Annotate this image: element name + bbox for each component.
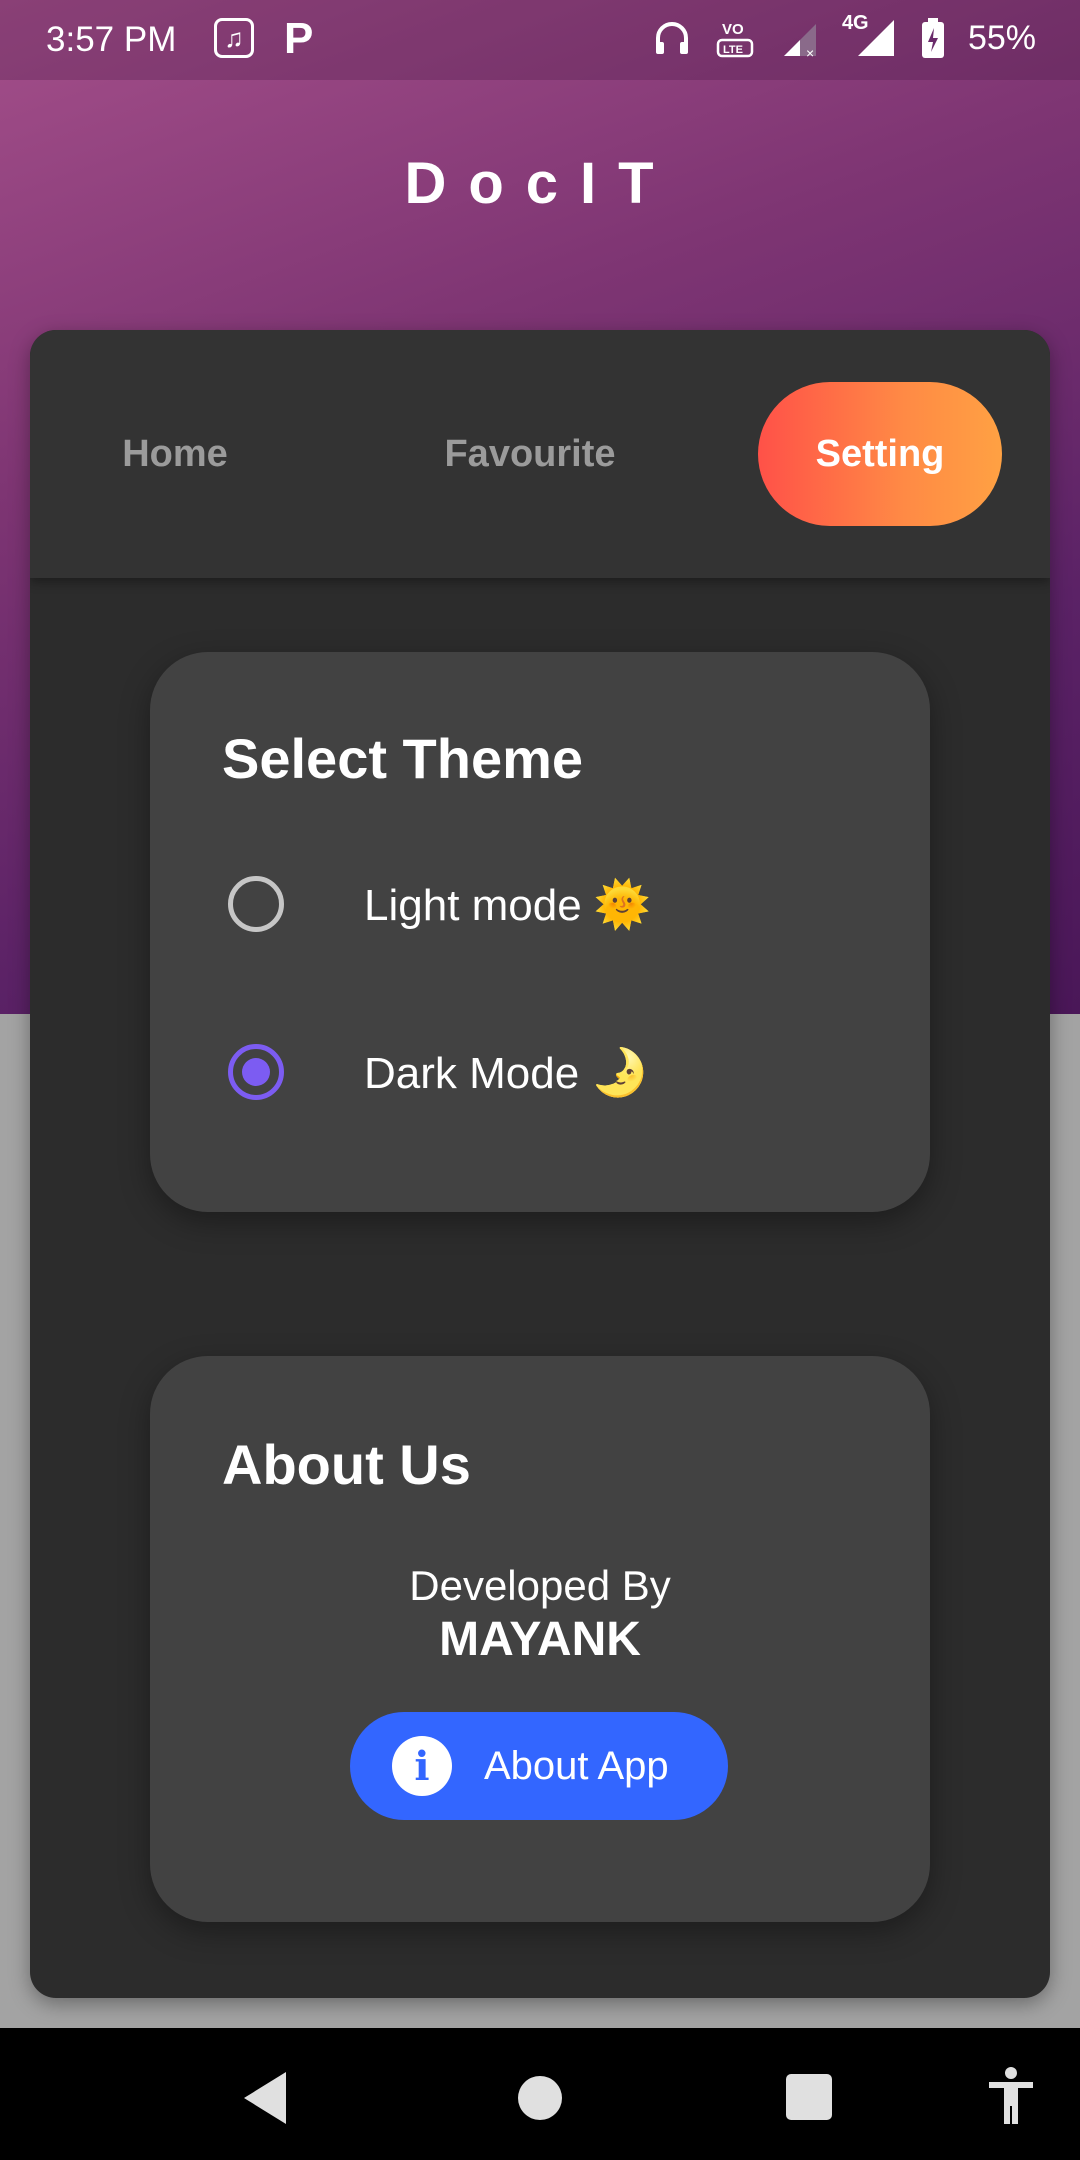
about-app-label: About App	[484, 1743, 669, 1788]
theme-panel: Select Theme Light mode 🌞 Dark Mode 🌛	[150, 652, 930, 1212]
headphones-icon	[655, 22, 688, 54]
tab-home[interactable]: Home	[60, 382, 290, 526]
svg-text:×: ×	[806, 45, 814, 60]
tab-setting[interactable]: Setting	[758, 382, 1002, 526]
moon-icon: 🌛	[591, 1045, 649, 1098]
light-mode-radio[interactable]	[228, 876, 284, 932]
back-icon[interactable]	[244, 2072, 286, 2124]
dark-mode-text: Dark Mode	[364, 1048, 580, 1098]
recent-apps-icon[interactable]	[786, 2074, 832, 2120]
theme-panel-title: Select Theme	[222, 727, 584, 790]
about-panel: About Us Developed By MAYANK i About App	[150, 1356, 930, 1922]
svg-text:VO: VO	[722, 21, 744, 38]
main-card: Home Favourite Setting Select Theme Ligh…	[30, 330, 1050, 1998]
sun-icon: 🌞	[593, 877, 651, 930]
status-icons: VO LTE × 4G 55%	[652, 12, 1036, 60]
volte-icon: VO LTE	[716, 21, 754, 58]
status-time: 3:57 PM	[46, 20, 177, 59]
app-title: DocIT	[404, 151, 676, 216]
paytm-app-icon: P	[284, 14, 314, 63]
about-app-button[interactable]: i About App	[350, 1712, 728, 1820]
svg-text:LTE: LTE	[723, 44, 743, 56]
battery-percentage: 55%	[967, 18, 1036, 57]
battery-icon	[921, 18, 944, 58]
signal-empty-icon: ×	[783, 24, 816, 60]
developer-name: MAYANK	[439, 1613, 641, 1666]
developed-by-label: Developed By	[409, 1562, 671, 1609]
accessibility-icon[interactable]	[986, 2066, 1036, 2126]
about-panel-title: About Us	[222, 1433, 471, 1496]
light-mode-label: Light mode 🌞	[364, 877, 651, 932]
navigation-bar	[0, 2028, 1080, 2160]
signal-icon: 4G	[842, 12, 898, 60]
dark-mode-option[interactable]: Dark Mode 🌛	[222, 1032, 862, 1112]
saavn-app-icon: ♫	[214, 18, 254, 58]
dark-mode-radio[interactable]	[228, 1044, 284, 1100]
tab-favourite[interactable]: Favourite	[380, 382, 680, 526]
light-mode-text: Light mode	[364, 880, 582, 930]
info-icon: i	[392, 1736, 452, 1796]
home-icon[interactable]	[518, 2076, 562, 2120]
light-mode-option[interactable]: Light mode 🌞	[222, 864, 862, 944]
status-bar: 3:57 PM ♫ P VO LTE × 4G 55%	[0, 0, 1080, 80]
tab-bar: Home Favourite Setting	[30, 330, 1050, 578]
dark-mode-label: Dark Mode 🌛	[364, 1045, 648, 1100]
